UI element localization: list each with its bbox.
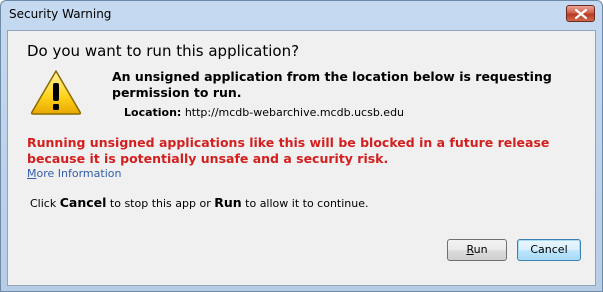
instructions-run-word: Run (214, 195, 242, 210)
instructions-cancel-word: Cancel (59, 195, 107, 210)
window-title: Security Warning (9, 7, 112, 21)
run-mnemonic: R (466, 243, 474, 256)
warning-triangle-icon (30, 69, 82, 119)
security-risk-warning: Running unsigned applications like this … (27, 135, 550, 166)
instructions-part1: Click (30, 197, 60, 210)
location-label: Location: (124, 106, 182, 119)
location-row: Location: http://mcdb-webarchive.mcdb.uc… (124, 106, 404, 119)
dialog-description: An unsigned application from the locatio… (112, 69, 552, 100)
close-icon (575, 9, 587, 19)
location-value: http://mcdb-webarchive.mcdb.ucsb.edu (184, 106, 405, 119)
more-info-mnemonic: M (27, 167, 37, 180)
close-button[interactable] (566, 5, 595, 22)
instructions-part2: to stop this app or (106, 197, 215, 210)
run-label-rest: un (473, 243, 488, 256)
title-bar[interactable]: Security Warning (1, 1, 602, 29)
cancel-button[interactable]: Cancel (517, 239, 581, 261)
run-button[interactable]: Run (447, 239, 507, 261)
dialog-body: Do you want to run this application? An … (7, 30, 596, 286)
instructions-text: Click Cancel to stop this app or Run to … (30, 195, 369, 210)
instructions-part3: to allow it to continue. (241, 197, 369, 210)
security-warning-window: Security Warning Do you want to run this… (0, 0, 603, 292)
dialog-heading: Do you want to run this application? (27, 42, 300, 60)
more-information-link[interactable]: More Information (27, 167, 121, 180)
more-info-text: ore Information (36, 167, 122, 180)
